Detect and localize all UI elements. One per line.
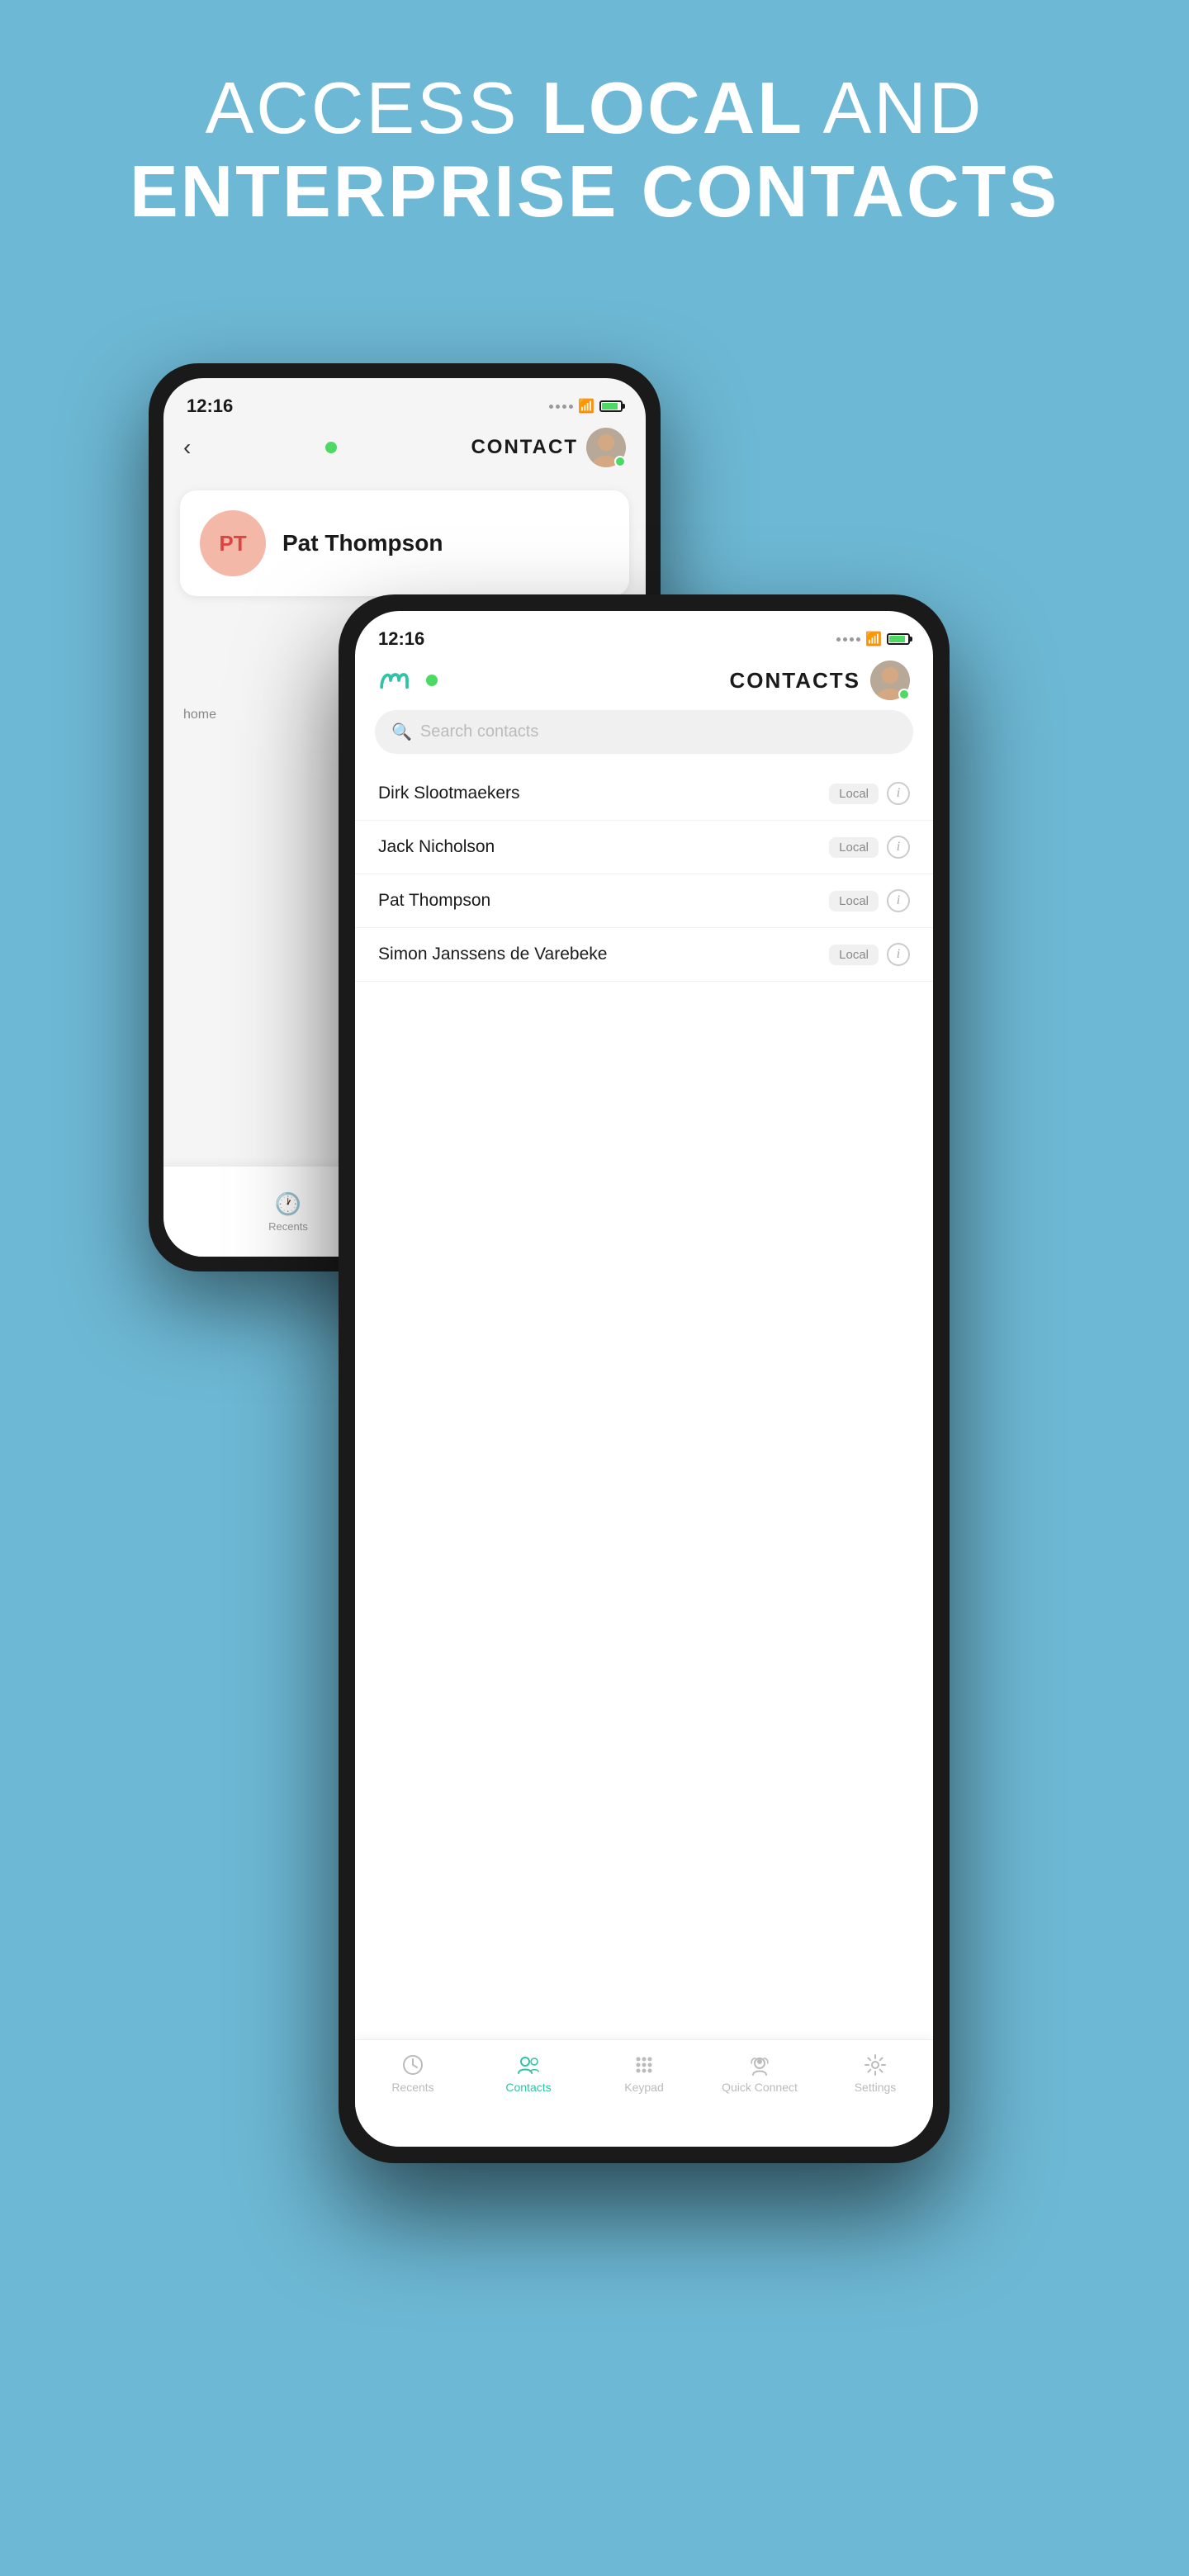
recents-label: Recents <box>268 1220 308 1233</box>
tab-quick-connect[interactable]: Quick Connect <box>702 2053 817 2094</box>
status-icons-back: 📶 <box>549 398 623 414</box>
contact-name-3: Pat Thompson <box>378 891 490 911</box>
contacts-page-title: CONTACTS <box>729 668 860 694</box>
info-icon-4[interactable]: i <box>887 943 910 966</box>
tab-settings-label: Settings <box>855 2081 897 2094</box>
status-bar-front: 12:16 📶 <box>355 611 933 654</box>
phone-front-screen: 12:16 📶 <box>355 611 933 2147</box>
signal-dots-front <box>836 637 860 642</box>
contacts-nav: CONTACTS <box>355 654 933 710</box>
contact-row-4[interactable]: Simon Janssens de Varebeke Local i <box>355 928 933 982</box>
tab-contacts-label-front: Contacts <box>505 2081 551 2094</box>
contact-row-right-2: Local i <box>829 836 910 859</box>
nav-right-front: CONTACTS <box>729 661 910 700</box>
tab-recents[interactable]: Recents <box>355 2053 471 2094</box>
battery-icon-front <box>887 633 910 645</box>
search-icon: 🔍 <box>391 722 412 742</box>
phones-container: 12:16 📶 ‹ CONTACT <box>99 314 1090 2460</box>
phone-front: 12:16 📶 <box>339 594 950 2163</box>
status-bar-back: 12:16 📶 <box>163 378 646 421</box>
info-icon-1[interactable]: i <box>887 782 910 805</box>
local-badge-1: Local <box>829 784 879 804</box>
contact-row-right-4: Local i <box>829 943 910 966</box>
status-dot-green <box>325 442 337 453</box>
nav-center <box>325 442 337 453</box>
contact-row-3[interactable]: Pat Thompson Local i <box>355 874 933 928</box>
contact-initials: PT <box>200 510 266 576</box>
header-line1: ACCESS LOCAL AND <box>0 66 1189 149</box>
contact-nav: ‹ CONTACT <box>163 421 646 477</box>
time-back: 12:16 <box>187 395 233 417</box>
battery-icon <box>599 400 623 412</box>
front-tab-bar: Recents Contacts <box>355 2039 933 2147</box>
wifi-icon: 📶 <box>578 398 594 414</box>
tab-keypad[interactable]: Keypad <box>586 2053 702 2094</box>
nav-right: CONTACT <box>471 428 626 467</box>
header-section: ACCESS LOCAL AND ENTERPRISE CONTACTS <box>0 0 1189 233</box>
contacts-icon-front-svg <box>517 2053 540 2076</box>
local-badge-4: Local <box>829 945 879 965</box>
tab-quick-connect-label: Quick Connect <box>722 2081 798 2094</box>
info-icon-3[interactable]: i <box>887 889 910 912</box>
user-avatar-back[interactable] <box>586 428 626 467</box>
contact-list: Dirk Slootmaekers Local i Jack Nicholson… <box>355 760 933 988</box>
contact-row-2[interactable]: Jack Nicholson Local i <box>355 821 933 874</box>
contact-row-right-3: Local i <box>829 889 910 912</box>
status-icons-front: 📶 <box>836 631 910 647</box>
recents-icon-front <box>401 2053 424 2076</box>
back-arrow-icon[interactable]: ‹ <box>183 434 191 461</box>
app-logo <box>378 667 438 694</box>
recents-icon: 🕐 <box>275 1191 301 1217</box>
contact-name-1: Dirk Slootmaekers <box>378 784 520 803</box>
contact-name-4: Simon Janssens de Varebeke <box>378 945 607 964</box>
tab-contacts-front[interactable]: Contacts <box>471 2053 586 2094</box>
contact-row-1[interactable]: Dirk Slootmaekers Local i <box>355 767 933 821</box>
search-bar[interactable]: 🔍 Search contacts <box>375 710 913 754</box>
contact-page-title: CONTACT <box>471 436 578 459</box>
wifi-icon-front: 📶 <box>865 631 882 647</box>
settings-icon <box>864 2053 887 2076</box>
avatar-online-dot <box>614 456 626 467</box>
search-placeholder: Search contacts <box>420 722 538 741</box>
signal-dots <box>549 405 573 409</box>
keypad-icon <box>632 2053 656 2076</box>
contact-row-right-1: Local i <box>829 782 910 805</box>
header-line2: ENTERPRISE CONTACTS <box>0 149 1189 233</box>
contact-name-2: Jack Nicholson <box>378 837 495 857</box>
logo-svg <box>378 667 419 694</box>
quick-connect-icon <box>748 2053 771 2076</box>
time-front: 12:16 <box>378 628 424 650</box>
tab-recents-label: Recents <box>391 2081 433 2094</box>
contact-detail-card: PT Pat Thompson <box>180 490 629 596</box>
avatar-online-dot-front <box>898 689 910 700</box>
local-badge-2: Local <box>829 837 879 858</box>
info-icon-2[interactable]: i <box>887 836 910 859</box>
contact-name: Pat Thompson <box>282 530 443 556</box>
tab-keypad-label: Keypad <box>624 2081 663 2094</box>
user-avatar-front[interactable] <box>870 661 910 700</box>
status-dot-front <box>426 675 438 686</box>
local-badge-3: Local <box>829 891 879 912</box>
tab-settings[interactable]: Settings <box>817 2053 933 2094</box>
